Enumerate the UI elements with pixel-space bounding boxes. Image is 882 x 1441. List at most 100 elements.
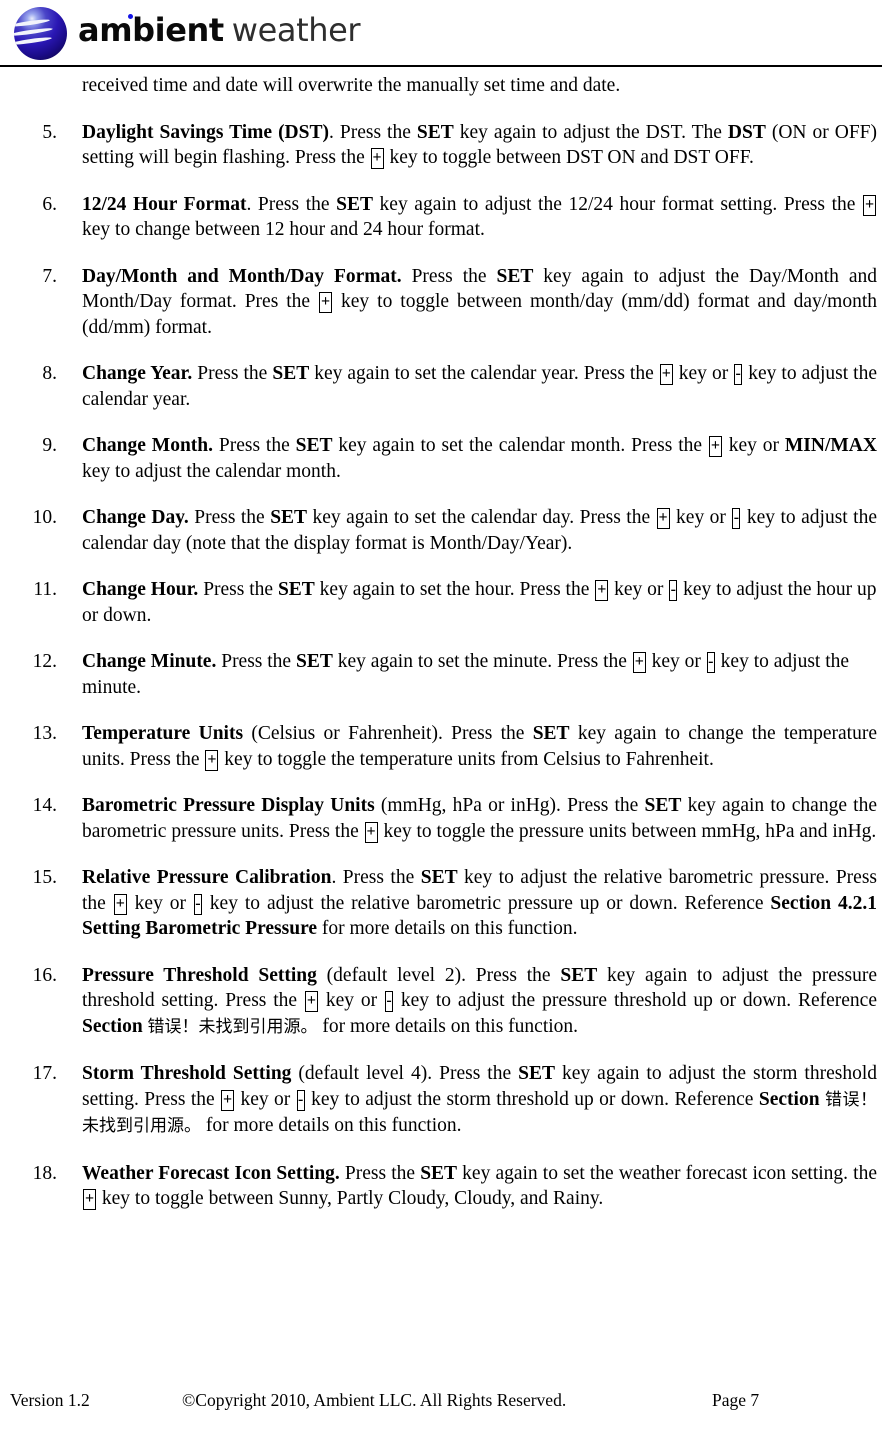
step-body-text: key or: [670, 507, 732, 528]
step-number: 7.: [42, 265, 57, 287]
emphasis-text: SET: [295, 435, 333, 456]
minus-key-icon: -: [734, 364, 743, 385]
footer-copyright: ©Copyright 2010, Ambient LLC. All Rights…: [182, 1390, 567, 1410]
plus-key-icon: +: [113, 893, 127, 915]
step-body-text: . Press the: [246, 193, 337, 215]
plus-key-icon: +: [221, 1089, 235, 1111]
plus-key-icon: +: [659, 364, 673, 385]
step-number: 11.: [33, 579, 57, 600]
step-body-text: key to toggle between Sunny, Partly Clou…: [97, 1188, 604, 1209]
step-body-text: key or: [127, 892, 193, 914]
step-title: Temperature Units: [82, 723, 244, 744]
emphasis-text: SET: [277, 579, 315, 600]
step-number: 5.: [42, 121, 57, 143]
step-body-text: key again to set the minute. Press the: [332, 651, 632, 672]
plus-key-icon: +: [364, 821, 378, 843]
step-number: 10.: [32, 507, 57, 528]
plus-key-icon: +: [304, 991, 318, 1012]
logo-arc-2: [14, 26, 54, 38]
emphasis-text: SET: [518, 1063, 555, 1084]
step-body-text: (mmHg, hPa or inHg). Press the: [374, 795, 645, 816]
brand-wordmark: ambient weather: [78, 7, 361, 53]
step-body-text: key or: [673, 363, 734, 384]
step-item: 14. Barometric Pressure Display Units (mm…: [0, 793, 882, 844]
emphasis-text: SET: [336, 193, 373, 215]
step-number: 15.: [32, 867, 57, 888]
step-body-text: for more details on this function.: [201, 1115, 462, 1136]
step-item: 15. Relative Pressure Calibration. Press …: [0, 865, 882, 942]
step-item: 10. Change Day. Press the SET key again t…: [0, 505, 882, 556]
step-body-text: key or: [609, 579, 669, 600]
step-title: 12/24 Hour Format: [82, 193, 247, 215]
step-item: 6. 12/24 Hour Format. Press the SET key a…: [0, 192, 882, 243]
step-body-text: key to adjust the calendar month.: [82, 460, 341, 482]
footer-page-number: Page 7: [712, 1390, 760, 1410]
step-body-text: key again to set the calendar year. Pres…: [309, 363, 659, 384]
plus-key-icon: +: [656, 508, 670, 529]
logo-arc-3: [14, 36, 53, 46]
step-body-text: key to toggle the temperature units from…: [219, 748, 714, 770]
step-title: Daylight Savings Time (DST): [82, 121, 329, 143]
minus-key-icon: -: [384, 991, 393, 1012]
step-item: 17. Storm Threshold Setting (default leve…: [0, 1061, 882, 1140]
step-body-text: . Press the: [329, 121, 417, 143]
emphasis-text: SET: [532, 723, 570, 744]
step-body-text: for more details on this function.: [317, 1015, 579, 1037]
emphasis-text: SET: [295, 651, 333, 672]
emphasis-text: DST: [727, 121, 766, 143]
step-body-text: key again to set the calendar day. Press…: [307, 507, 656, 528]
step-number: 17.: [32, 1063, 57, 1084]
emphasis-text: Section: [758, 1088, 820, 1110]
minus-key-icon: -: [706, 652, 715, 673]
step-title: Relative Pressure Calibration: [82, 867, 332, 888]
emphasis-text: SET: [420, 1162, 458, 1184]
emphasis-text: SET: [496, 265, 534, 287]
step-title: Weather Forecast Icon Setting.: [82, 1162, 340, 1184]
step-body-text: . Press the: [331, 867, 421, 888]
emphasis-text: MIN/MAX: [784, 435, 877, 456]
broken-reference-field: 错误！未找到引用源。: [147, 1016, 318, 1037]
step-body-text: key to adjust the storm threshold up or …: [305, 1088, 759, 1110]
step-body-text: key again to set the weather forecast ic…: [457, 1162, 877, 1184]
step-body-text: key again to set the calendar month. Pre…: [332, 435, 708, 456]
step-item: 9. Change Month. Press the SET key again …: [0, 433, 882, 484]
emphasis-text: SET: [272, 363, 310, 384]
lead-in-paragraph: received time and date will overwrite th…: [82, 75, 621, 96]
step-body-text: key again to adjust the 12/24 hour forma…: [372, 193, 862, 215]
plus-key-icon: +: [83, 1189, 96, 1210]
step-number: 18.: [32, 1162, 57, 1184]
step-body-text: key or: [646, 651, 706, 672]
brand-name-weather: weather: [231, 11, 361, 49]
plus-key-icon: +: [632, 652, 646, 673]
step-title: Change Hour.: [82, 579, 199, 600]
step-body-text: Press the: [198, 579, 278, 600]
step-body-text: Press the: [339, 1162, 421, 1184]
plus-key-icon: +: [319, 292, 333, 313]
step-number: 12.: [32, 651, 57, 672]
step-body-text: key to toggle the pressure units between…: [378, 820, 877, 842]
step-body-text: for more details on this function.: [317, 918, 578, 939]
step-body-text: Press the: [192, 363, 273, 384]
step-item: 16. Pressure Threshold Setting (default l…: [0, 963, 882, 1041]
step-number: 9.: [42, 435, 57, 456]
step-body-text: key to adjust the pressure threshold up …: [393, 990, 877, 1011]
minus-key-icon: -: [732, 508, 741, 529]
step-title: Change Month.: [82, 435, 214, 456]
step-body-text: key again to adjust the DST. The: [453, 121, 728, 143]
step-body-text: Press the: [213, 435, 296, 456]
step-item: 13. Temperature Units (Celsius or Fahrenh…: [0, 721, 882, 772]
step-item: 12. Change Minute. Press the SET key agai…: [0, 649, 882, 700]
minus-key-icon: -: [296, 1089, 305, 1111]
step-body-text: (default level 2). Press the: [316, 964, 561, 986]
logo-arc-1: [14, 18, 51, 28]
step-body-text: (Celsius or Fahrenheit). Press the: [243, 723, 533, 744]
step-title: Day/Month and Month/Day Format.: [82, 265, 402, 287]
step-number: 16.: [32, 964, 57, 986]
ambient-weather-sphere-logo-icon: [14, 7, 67, 60]
emphasis-text: SET: [560, 964, 598, 986]
numbered-step-list: 5. Daylight Savings Time (DST). Press the…: [0, 120, 882, 1212]
step-body-text: (default level 4). Press the: [291, 1063, 519, 1084]
document-body: received time and date will overwrite th…: [0, 67, 882, 1212]
step-title: Pressure Threshold Setting: [82, 964, 317, 986]
emphasis-text: SET: [420, 867, 458, 888]
